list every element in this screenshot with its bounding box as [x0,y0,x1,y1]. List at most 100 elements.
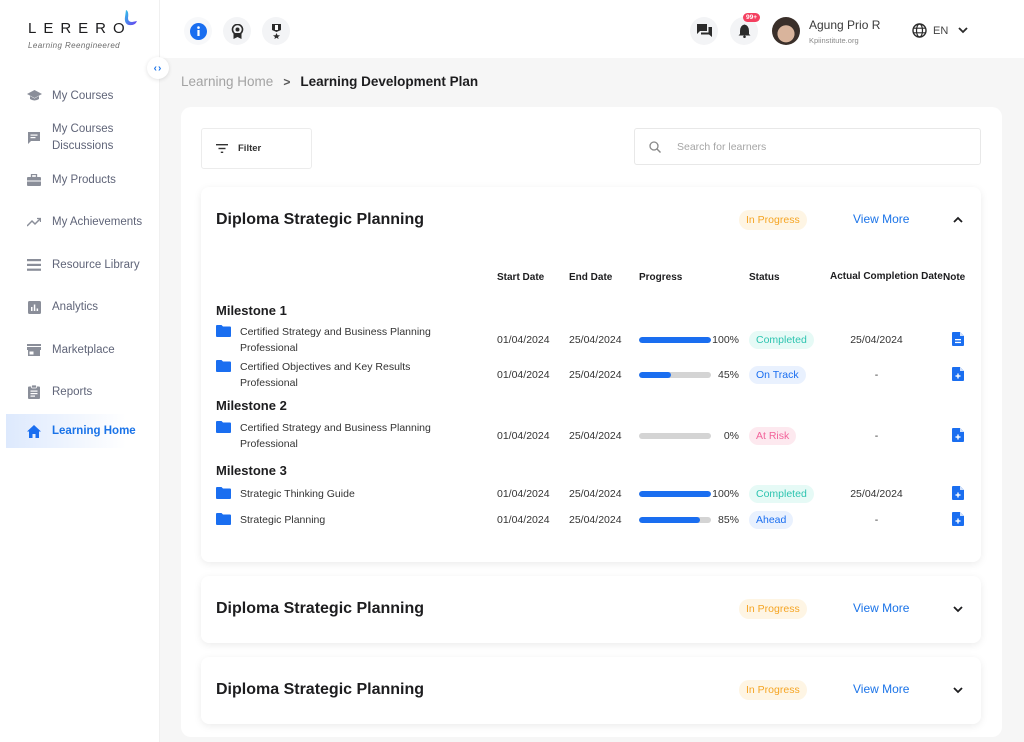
table-row[interactable]: Strategic Thinking Guide 01/04/2024 25/0… [216,481,973,507]
milestone-title: Milestone 1 [216,303,287,318]
end-date-cell: 25/04/2024 [569,334,622,346]
completion-date-cell: - [874,514,879,526]
notification-count-badge: 99+ [743,13,761,22]
clipboard-icon [26,384,42,400]
home-icon [26,423,42,439]
sidebar-collapse-toggle[interactable]: ‹› [147,57,169,79]
progress-cell: 100% [639,481,749,507]
chevron-up-icon[interactable] [951,213,965,227]
add-note-icon[interactable] [952,511,964,526]
column-header-end-date: End Date [569,271,613,283]
user-organization: Kpiinstitute.org [809,36,859,45]
sidebar-item-learning-home[interactable]: Learning Home [0,414,160,448]
course-name[interactable]: Strategic Planning [216,512,497,528]
course-title: Certified Strategy and Business Planning… [240,326,431,354]
filter-icon [216,144,228,153]
language-selector[interactable]: EN [912,23,968,38]
sidebar-item-label: My Courses [52,90,114,102]
sidebar: LERERO Learning Reengineered My Courses … [0,0,160,742]
start-date-cell: 01/04/2024 [497,369,550,381]
view-more-link[interactable]: View More [853,212,909,226]
table-row[interactable]: Certified Objectives and Key Results Pro… [216,359,973,391]
sidebar-item-my-achievements[interactable]: My Achievements [0,198,160,246]
course-title: Certified Objectives and Key Results Pro… [240,361,411,389]
course-cell: Certified Strategy and Business Planning… [216,321,497,359]
table-row[interactable]: Certified Strategy and Business Planning… [216,321,973,359]
progress-bar-fill [639,491,711,497]
app-root: LERERO Learning Reengineered My Courses … [0,0,1024,742]
chevron-down-icon[interactable] [951,683,965,697]
code-brackets-icon: ‹› [153,62,163,74]
progress-percent: 0% [723,430,739,442]
breadcrumb-learning-home-link[interactable]: Learning Home [181,74,273,89]
plan-card: Diploma Strategic Planning In Progress V… [201,187,981,562]
main-content: Learning Home > Learning Development Pla… [160,58,1024,742]
sidebar-item-label: Resource Library [52,259,140,271]
plan-card-header[interactable]: Diploma Strategic Planning In Progress V… [201,657,981,725]
add-note-icon[interactable] [952,427,964,442]
sidebar-item-analytics[interactable]: Analytics [0,284,160,330]
milestone-row: Milestone 3 [216,456,973,481]
completion-date-cell: 25/04/2024 [850,334,903,346]
status-cell: Completed [749,481,830,507]
sidebar-nav: My Courses My Courses Discussions My Pro… [0,80,160,448]
milestone-table-body: Milestone 1 Certified Strategy and Busin… [216,296,973,533]
plan-status-badge: In Progress [739,680,807,700]
note-cell [943,359,973,391]
user-name: Agung Prio R [809,18,881,32]
language-label: EN [933,24,949,37]
filter-button[interactable]: Filter [201,128,312,169]
sidebar-item-reports[interactable]: Reports [0,370,160,414]
sidebar-item-marketplace[interactable]: Marketplace [0,330,160,370]
view-more-link[interactable]: View More [853,682,909,696]
sidebar-item-label: Analytics [52,301,99,313]
add-note-icon[interactable] [952,485,964,500]
progress-percent: 85% [717,514,739,526]
sidebar-item-resource-library[interactable]: Resource Library [0,246,160,284]
note-cell [943,321,973,359]
start-date-cell: 01/04/2024 [497,334,550,346]
progress-cell: 0% [639,416,749,456]
milestone-row: Milestone 1 [216,296,973,321]
course-name[interactable]: Certified Objectives and Key Results Pro… [216,359,497,391]
course-cell: Certified Objectives and Key Results Pro… [216,359,497,391]
course-name[interactable]: Certified Strategy and Business Planning… [216,324,497,356]
view-more-link[interactable]: View More [853,601,909,615]
note-cell [943,507,973,533]
logo[interactable]: LERERO Learning Reengineered [28,10,137,50]
table-header-row: Start Date End Date Progress Status Actu… [216,258,973,296]
course-name[interactable]: Certified Strategy and Business Planning… [216,420,497,452]
sidebar-item-my-courses[interactable]: My Courses [0,80,160,112]
plan-card-header[interactable]: Diploma Strategic Planning In Progress V… [201,187,981,255]
search-input[interactable] [677,140,957,153]
sidebar-item-label: My Courses Discussions [52,123,114,152]
sidebar-item-label: Marketplace [52,344,115,356]
add-note-icon[interactable] [952,366,964,381]
column-header-status: Status [749,271,780,283]
plan-title: Diploma Strategic Planning [216,681,425,698]
progress-cell: 100% [639,321,749,359]
messages-button[interactable] [690,17,718,45]
course-name[interactable]: Strategic Thinking Guide [216,486,497,502]
plan-card: Diploma Strategic Planning In Progress V… [201,657,981,724]
milestone-table: Start Date End Date Progress Status Actu… [216,258,973,533]
sidebar-item-my-courses-discussions[interactable]: My Courses Discussions [0,114,160,162]
achievement-button[interactable] [262,17,290,45]
user-avatar[interactable] [772,17,800,45]
info-button[interactable] [184,17,212,45]
notifications-button[interactable]: 99+ [730,13,761,45]
progress-bar-fill [639,517,701,523]
table-row[interactable]: Strategic Planning 01/04/2024 25/04/2024… [216,507,973,533]
milestone-row: Milestone 2 [216,391,973,416]
chevron-right-icon: > [283,74,291,89]
plan-card-header[interactable]: Diploma Strategic Planning In Progress V… [201,576,981,644]
certificate-button[interactable] [223,17,251,45]
folder-icon [216,360,231,372]
column-header-progress: Progress [639,271,683,283]
note-icon[interactable] [952,331,964,346]
forum-icon [696,24,712,37]
search-box[interactable] [634,128,981,165]
sidebar-item-my-products[interactable]: My Products [0,162,160,198]
chevron-down-icon[interactable] [951,602,965,616]
table-row[interactable]: Certified Strategy and Business Planning… [216,416,973,456]
